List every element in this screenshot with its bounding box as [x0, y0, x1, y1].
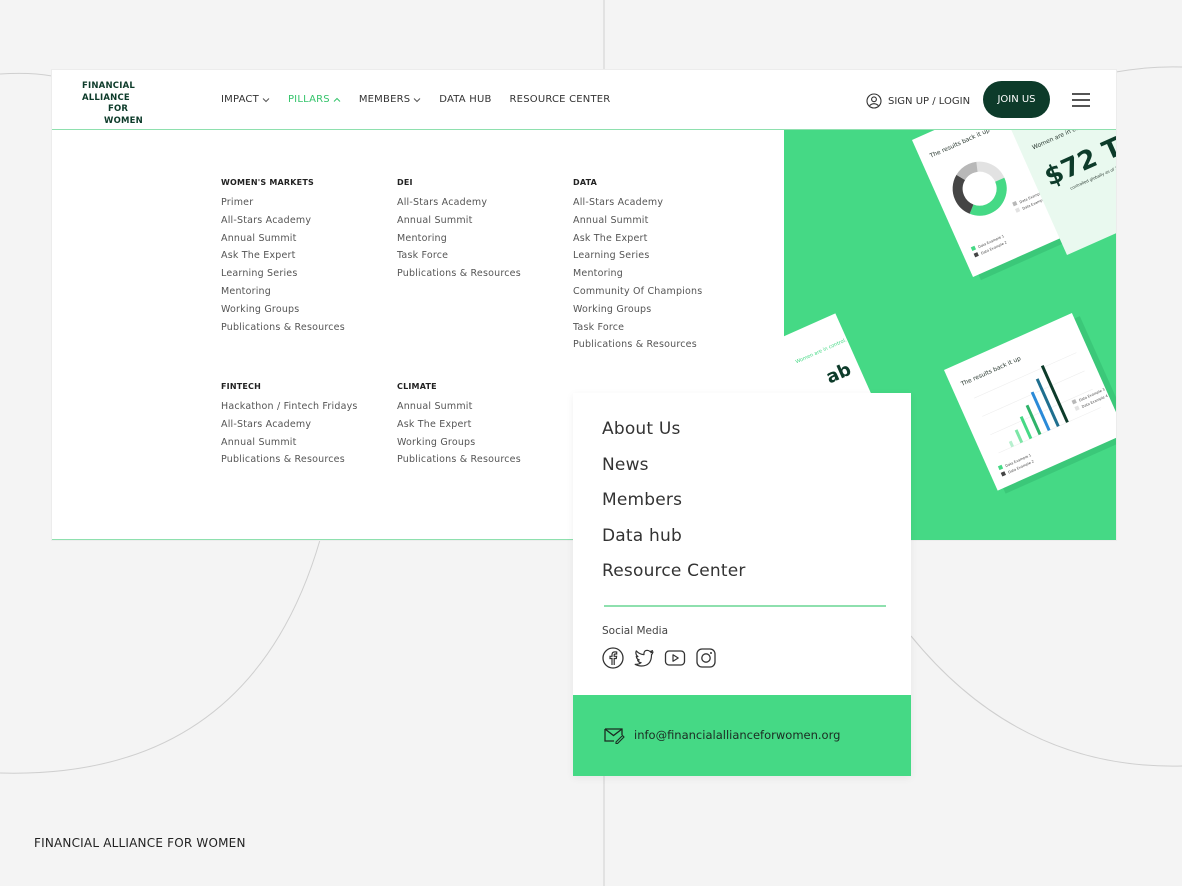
join-us-button[interactable]: JOIN US: [983, 81, 1050, 118]
column-title: DEI: [397, 178, 413, 187]
main-nav: IMPACT PILLARS MEMBERS DATA HUB RESOURCE…: [221, 94, 628, 105]
column-data: DATA All-Stars Academy Annual Summit Ask…: [573, 178, 702, 357]
logo-line-4: WOMEN: [104, 115, 143, 126]
menu-link[interactable]: Publications & Resources: [573, 339, 702, 357]
menu-link[interactable]: All-Stars Academy: [221, 215, 345, 233]
nav-pillars-label: PILLARS: [287, 94, 330, 105]
nav-pillars[interactable]: PILLARS: [288, 94, 341, 105]
menu-link[interactable]: Learning Series: [573, 250, 702, 268]
menu-link[interactable]: Annual Summit: [397, 401, 521, 419]
column-title: WOMEN'S MARKETS: [221, 178, 314, 187]
logo-line-1: FINANCIAL: [82, 81, 135, 91]
menu-link[interactable]: Task Force: [397, 250, 521, 268]
email-link[interactable]: info@financialallianceforwomen.org: [603, 726, 840, 744]
twitter-icon[interactable]: [633, 647, 655, 669]
nav-impact[interactable]: IMPACT: [221, 94, 270, 105]
menu-link[interactable]: Publications & Resources: [221, 322, 345, 340]
logo-line-3: FOR: [108, 104, 129, 114]
menu-link[interactable]: Hackathon / Fintech Fridays: [221, 401, 358, 419]
menu-link[interactable]: Ask The Expert: [573, 233, 702, 251]
email-address: info@financialallianceforwomen.org: [634, 728, 841, 742]
menu-link[interactable]: Primer: [221, 197, 345, 215]
side-menu-resource-center[interactable]: Resource Center: [602, 561, 746, 597]
menu-link[interactable]: Ask The Expert: [221, 250, 345, 268]
column-womens-markets: WOMEN'S MARKETS Primer All-Stars Academy…: [221, 178, 345, 339]
menu-link[interactable]: Ask The Expert: [397, 419, 521, 437]
divider: [604, 605, 886, 607]
menu-link[interactable]: Mentoring: [221, 286, 345, 304]
column-title: FINTECH: [221, 382, 262, 391]
nav-data-hub[interactable]: DATA HUB: [439, 94, 491, 105]
column-climate: CLIMATE Annual Summit Ask The Expert Wor…: [397, 382, 521, 472]
side-menu-members[interactable]: Members: [602, 490, 746, 526]
menu-link[interactable]: Mentoring: [573, 268, 702, 286]
menu-link[interactable]: Publications & Resources: [397, 268, 521, 286]
mail-icon: [604, 728, 625, 744]
user-icon: [866, 93, 882, 109]
column-dei: DEI All-Stars Academy Annual Summit Ment…: [397, 178, 521, 286]
nav-members[interactable]: MEMBERS: [359, 94, 421, 105]
menu-link[interactable]: Publications & Resources: [221, 454, 358, 472]
nav-data-hub-label: DATA HUB: [439, 94, 492, 105]
side-menu-data-hub[interactable]: Data hub: [602, 526, 746, 562]
facebook-icon[interactable]: [602, 647, 624, 669]
instagram-icon[interactable]: [695, 647, 717, 669]
chevron-down-icon: [262, 97, 270, 102]
side-menu-card: About Us News Members Data hub Resource …: [573, 393, 911, 776]
logo[interactable]: FINANCIAL ALLIANCE FOR WOMEN: [82, 81, 152, 127]
menu-link[interactable]: Annual Summit: [397, 215, 521, 233]
hamburger-icon[interactable]: [1072, 93, 1090, 107]
social-media-label: Social Media: [602, 625, 669, 637]
menu-link[interactable]: Mentoring: [397, 233, 521, 251]
menu-link[interactable]: All-Stars Academy: [573, 197, 702, 215]
menu-link[interactable]: Annual Summit: [221, 233, 345, 251]
menu-link[interactable]: Working Groups: [573, 304, 702, 322]
social-icons: [602, 647, 717, 669]
menu-link[interactable]: Task Force: [573, 322, 702, 340]
login-label: SIGN UP / LOGIN: [888, 95, 971, 107]
side-menu-news[interactable]: News: [602, 455, 746, 491]
column-title: CLIMATE: [397, 382, 437, 391]
logo-line-2: ALLIANCE: [82, 92, 130, 103]
side-menu: About Us News Members Data hub Resource …: [602, 419, 746, 597]
menu-link[interactable]: Annual Summit: [573, 215, 702, 233]
menu-link[interactable]: Community Of Champions: [573, 286, 702, 304]
login-link[interactable]: SIGN UP / LOGIN: [866, 93, 970, 109]
menu-link[interactable]: Learning Series: [221, 268, 345, 286]
chevron-up-icon: [333, 97, 341, 102]
youtube-icon[interactable]: [664, 647, 686, 669]
chevron-down-icon: [413, 97, 421, 102]
menu-link[interactable]: Publications & Resources: [397, 454, 521, 472]
email-footer: info@financialallianceforwomen.org: [573, 695, 911, 776]
menu-link[interactable]: Working Groups: [397, 437, 521, 455]
column-fintech: FINTECH Hackathon / Fintech Fridays All-…: [221, 382, 358, 472]
menu-link[interactable]: Working Groups: [221, 304, 345, 322]
header: FINANCIAL ALLIANCE FOR WOMEN IMPACT PILL…: [52, 70, 1116, 130]
column-title: DATA: [573, 178, 598, 187]
nav-impact-label: IMPACT: [221, 94, 259, 105]
footer-brand: FINANCIAL ALLIANCE FOR WOMEN: [34, 836, 246, 850]
menu-link[interactable]: All-Stars Academy: [397, 197, 521, 215]
nav-resource-center[interactable]: RESOURCE CENTER: [510, 94, 611, 105]
side-menu-about-us[interactable]: About Us: [602, 419, 746, 455]
nav-resource-center-label: RESOURCE CENTER: [509, 94, 611, 105]
menu-link[interactable]: All-Stars Academy: [221, 419, 358, 437]
nav-members-label: MEMBERS: [358, 94, 411, 105]
menu-link[interactable]: Annual Summit: [221, 437, 358, 455]
